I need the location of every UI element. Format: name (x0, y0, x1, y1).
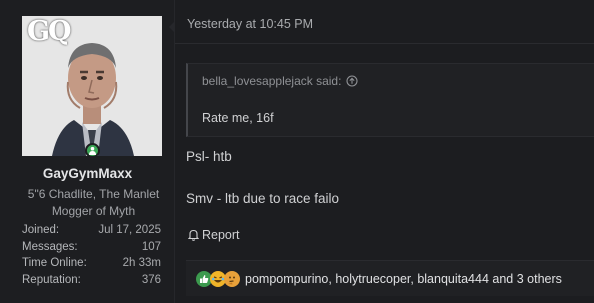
report-label: Report (202, 228, 240, 242)
stat-label: Time Online: (22, 257, 87, 269)
reaction-icons[interactable] (196, 270, 240, 287)
forum-post: GQ GayGymMaxx 5"6 Chadlite, The Manlet M… (0, 0, 594, 303)
reactions-bar[interactable]: pompompurino, holytruecoper, blanquita44… (186, 260, 594, 296)
user-title-line2: Mogger of Myth (51, 204, 136, 218)
report-button[interactable]: Report (188, 228, 240, 242)
stat-reputation: Reputation: 376 (22, 272, 161, 289)
stat-value[interactable]: 107 (142, 239, 161, 256)
quote-text: Rate me, 16f (202, 111, 274, 125)
stat-value: 376 (141, 273, 161, 286)
post-line-2: Smv - ltb due to race failo (186, 191, 340, 206)
jump-to-quote-icon[interactable] (346, 75, 358, 87)
user-info-column: GQ GayGymMaxx 5"6 Chadlite, The Manlet M… (0, 0, 175, 303)
stat-joined: Joined: Jul 17, 2025 (22, 222, 161, 239)
bell-icon (188, 229, 199, 241)
reaction-users[interactable]: pompompurino, holytruecoper, blanquita44… (245, 272, 562, 286)
post-timestamp[interactable]: Yesterday at 10:45 PM (187, 17, 313, 31)
post-content: Yesterday at 10:45 PM bella_lovesappleja… (175, 0, 594, 303)
avatar-brand-logo: GQ (27, 16, 72, 47)
username[interactable]: GayGymMaxx (0, 166, 175, 181)
user-title-line1: 5"6 Chadlite, The Manlet (27, 187, 160, 201)
quote-block: bella_lovesapplejack said: Rate me, 16f (186, 63, 594, 137)
stat-value: 2h 33m (122, 257, 161, 269)
quote-header[interactable]: bella_lovesapplejack said: (202, 74, 358, 88)
avatar[interactable]: GQ (22, 16, 162, 156)
thinking-icon[interactable] (224, 270, 240, 287)
stat-label: Joined: (22, 224, 60, 236)
online-status-icon (85, 143, 100, 158)
stat-label: Messages: (22, 240, 78, 253)
user-stats: Joined: Jul 17, 2025 Messages: 107 Time … (22, 222, 161, 288)
header-divider (175, 43, 594, 44)
user-title: 5"6 Chadlite, The Manlet Mogger of Myth (12, 186, 175, 220)
stat-value: Jul 17, 2025 (98, 224, 161, 236)
post-line-1: Psl- htb (186, 149, 232, 164)
quote-author[interactable]: bella_lovesapplejack said: (202, 74, 341, 88)
stat-time-online: Time Online: 2h 33m (22, 255, 161, 272)
stat-label: Reputation: (22, 273, 81, 286)
stat-messages: Messages: 107 (22, 239, 161, 256)
